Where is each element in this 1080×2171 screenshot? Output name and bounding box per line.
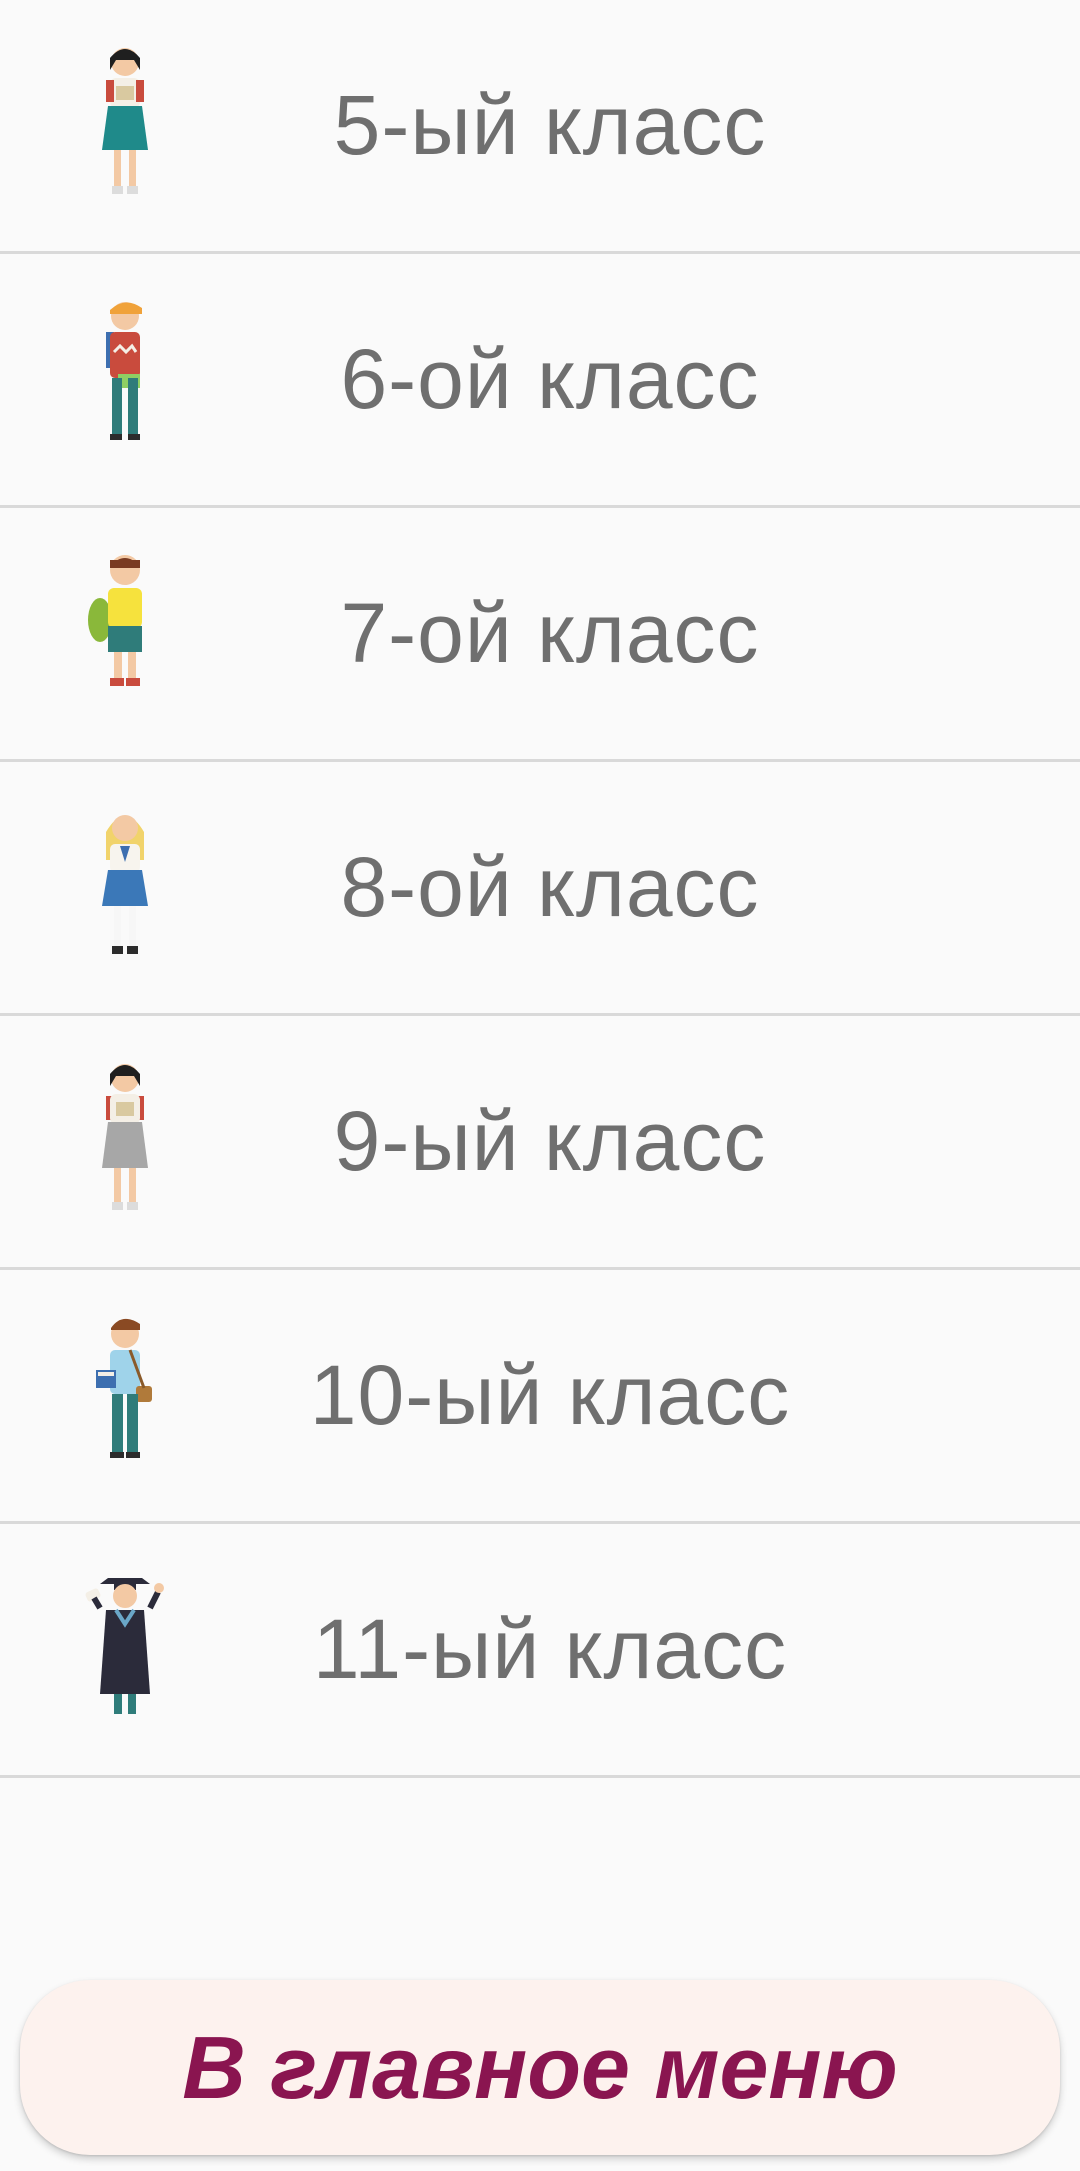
grade-label: 5-ый класс xyxy=(333,78,767,172)
grade-label: 8-ой класс xyxy=(340,840,760,934)
grade-item-5[interactable]: 5-ый класс xyxy=(0,0,1080,254)
grade-item-10[interactable]: 10-ый класс xyxy=(0,1270,1080,1524)
grade-label: 6-ой класс xyxy=(340,332,760,426)
grade-item-11[interactable]: 11-ый класс xyxy=(0,1524,1080,1778)
grade-label: 9-ый класс xyxy=(333,1094,767,1188)
main-menu-button[interactable]: В главное меню xyxy=(20,1980,1060,2155)
grade-label: 7-ой класс xyxy=(340,586,760,680)
grade-item-9[interactable]: 9-ый класс xyxy=(0,1016,1080,1270)
grade-list: 5-ый класс 6-ой класс 7-ой класс 8-ой кл… xyxy=(0,0,1080,1778)
grade-label: 11-ый класс xyxy=(312,1602,788,1696)
grade-label: 10-ый класс xyxy=(309,1348,791,1442)
grade-item-6[interactable]: 6-ой класс xyxy=(0,254,1080,508)
grade-item-7[interactable]: 7-ой класс xyxy=(0,508,1080,762)
main-menu-button-label: В главное меню xyxy=(182,2017,898,2117)
grade-item-8[interactable]: 8-ой класс xyxy=(0,762,1080,1016)
